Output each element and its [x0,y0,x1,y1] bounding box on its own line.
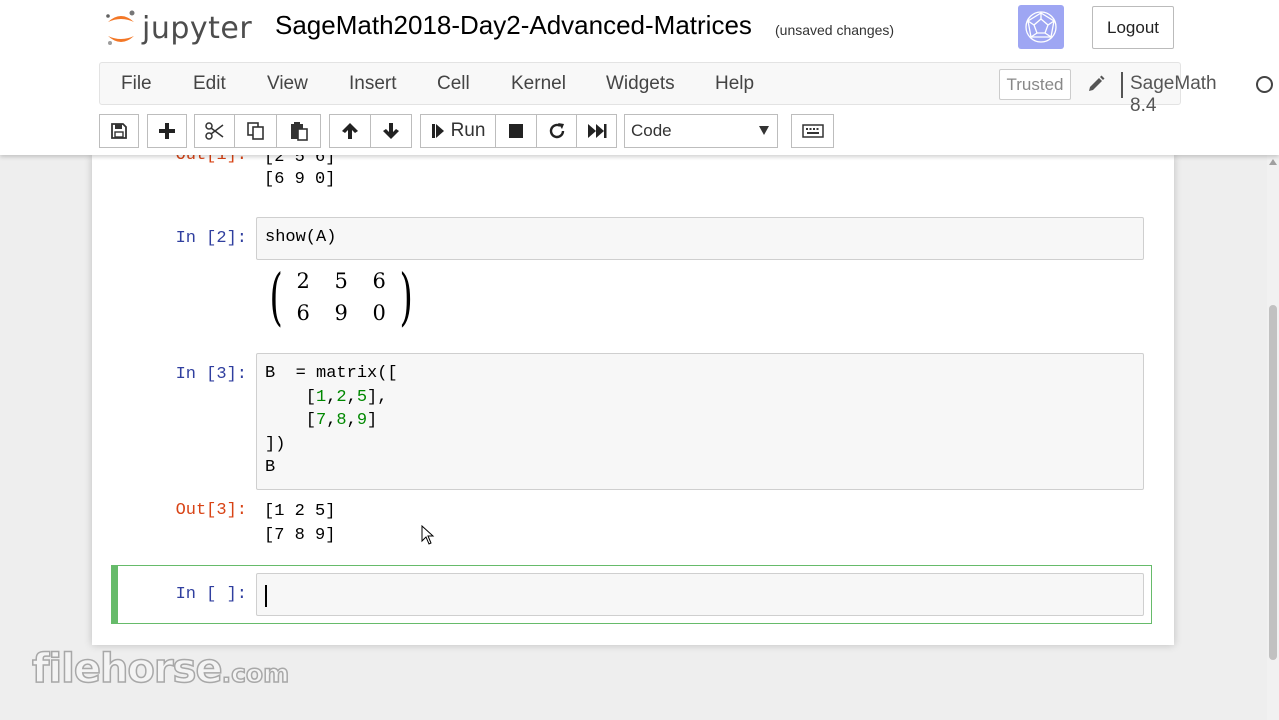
kernel-name[interactable]: SageMath 8.4 [1130,73,1217,117]
restart-run-all-button[interactable] [577,114,617,148]
watermark-main: filehorse [31,645,223,693]
matrix-entry: 9 [334,301,348,325]
vertical-scrollbar[interactable] [1267,155,1279,720]
code-number: 2 [336,387,347,407]
matrix-entry: 5 [334,269,348,293]
keyboard-icon [801,124,824,138]
stop-icon [509,124,523,138]
menu-cell[interactable]: Cell [437,73,470,95]
restart-icon [549,123,564,139]
mouse-pointer-icon [421,525,435,545]
menu-insert[interactable]: Insert [349,73,397,95]
move-cell-up-button[interactable] [329,114,371,148]
menubar: File Edit View Insert Cell Kernel Widget… [99,62,1273,116]
run-label: Run [450,120,486,141]
insert-cell-button[interactable] [147,114,187,148]
in2-code: show(A) [265,228,337,247]
cut-cell-button[interactable] [194,114,235,148]
menu-widgets[interactable]: Widgets [606,73,675,95]
fast-forward-icon [587,124,606,138]
notebook-container: Out[1]: [2 5 6] [6 9 0] In [2]: show(A) … [92,155,1174,645]
save-button[interactable] [99,114,139,148]
jupyter-logo-text: jupyter [142,10,253,46]
scissors-icon [204,122,223,140]
trusted-indicator[interactable]: Trusted [999,69,1071,100]
sagemath-icon [1018,5,1064,49]
code-number: 1 [316,387,327,407]
text-cursor [265,585,267,607]
empty-code-cell[interactable] [256,573,1144,616]
scroll-thumb[interactable] [1269,305,1277,660]
edit-mode-pencil-icon [1086,74,1106,94]
step-forward-icon [431,124,444,138]
code-number: 8 [336,411,347,430]
floppy-disk-icon [111,123,127,139]
command-palette-button[interactable] [791,114,834,148]
code-number: 9 [356,411,368,430]
plus-icon [159,123,175,139]
out3-line2: [7 8 9] [264,526,336,545]
chevron-down-icon [759,126,769,135]
out3-line1: [1 2 5] [264,502,336,521]
save-status: (unsaved changes) [775,22,895,38]
paste-cell-button[interactable] [277,114,321,148]
matrix-entry: 6 [296,301,310,325]
matrix-entry: 0 [372,301,386,325]
copy-icon [246,122,264,140]
menu-file[interactable]: File [121,73,152,95]
restart-kernel-button[interactable] [537,114,577,148]
code-line: ]) [265,434,286,454]
out1-line2: [6 9 0] [264,170,336,189]
kernel-idle-indicator-icon [1256,76,1273,93]
jupyter-logo[interactable]: jupyter [104,6,252,50]
in2-code-cell[interactable]: show(A) [256,217,1144,260]
code-line: [1,2,5], [265,387,388,407]
code-line: [7,8,9] [265,411,378,430]
kernel-separator [1121,72,1123,98]
code-number: 5 [356,387,368,407]
filehorse-watermark: filehorse.com [31,645,290,693]
in-empty-prompt: In [ ]: [175,585,247,604]
notebook-header: jupyter SageMath2018-Day2-Advanced-Matri… [0,0,1279,155]
copy-cell-button[interactable] [235,114,277,148]
out1-prompt: Out[1]: [175,155,247,165]
menu-kernel[interactable]: Kernel [511,73,566,95]
scroll-up-arrow-icon[interactable] [1269,159,1277,165]
cell-type-value: Code [631,121,672,140]
in2-rendered-matrix: ( 2 5 6 6 9 0 ) [264,266,418,328]
watermark-suffix: .com [221,658,290,689]
code-line: B = matrix([ [265,364,398,383]
menu-edit[interactable]: Edit [193,73,226,95]
move-cell-down-button[interactable] [371,114,412,148]
interrupt-kernel-button[interactable] [496,114,537,148]
cell-type-select[interactable]: Code [624,114,778,148]
in2-prompt: In [2]: [175,229,247,248]
menu-help[interactable]: Help [715,73,754,95]
in3-code-cell[interactable]: B = matrix([ [1,2,5], [7,8,9]]) B [256,353,1144,490]
out3-prompt: Out[3]: [175,501,247,520]
notebook-name[interactable]: SageMath2018-Day2-Advanced-Matrices [275,10,752,41]
matrix-entry: 2 [296,269,310,293]
right-paren: ) [399,260,413,333]
run-button[interactable]: Run [420,114,496,148]
in3-prompt: In [3]: [175,365,247,384]
paste-icon [290,122,308,141]
matrix-entry: 6 [372,269,386,293]
jupyter-logo-icon [104,8,138,48]
left-paren: ( [269,260,283,333]
code-number: 7 [316,411,327,430]
code-line: B [265,458,276,477]
arrow-up-icon [342,123,358,139]
menu-view[interactable]: View [267,73,308,95]
arrow-down-icon [383,123,399,139]
logout-button[interactable]: Logout [1092,6,1174,49]
